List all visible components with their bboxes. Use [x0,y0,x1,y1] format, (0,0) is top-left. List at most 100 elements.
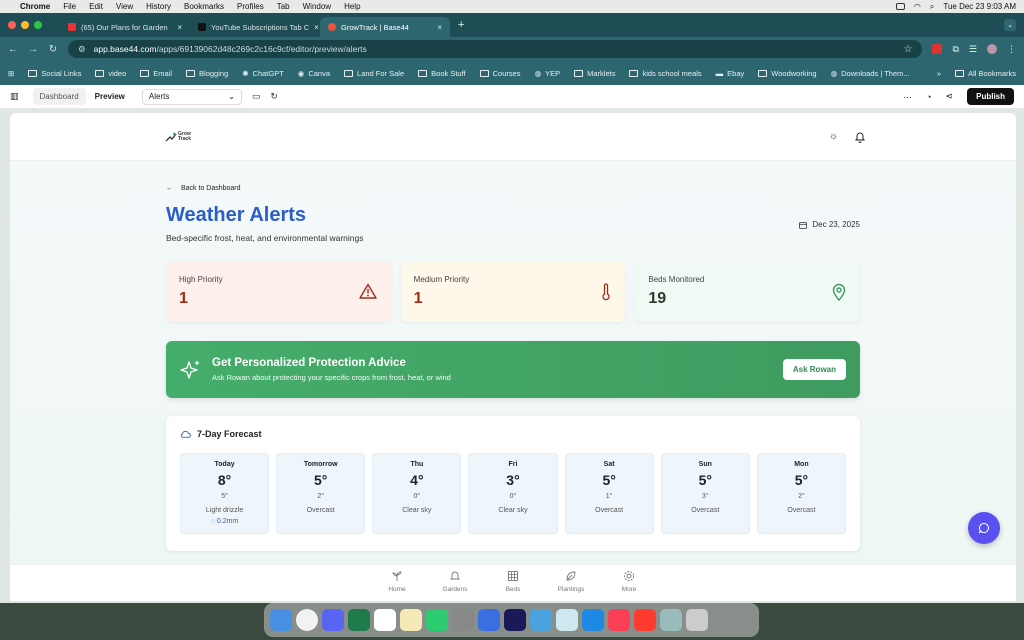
wifi-icon[interactable]: ◠ [914,2,921,11]
puzzle-icon[interactable]: ⧉ [952,44,958,55]
browser-tab-3[interactable]: GrowTrack | Base44 × [320,17,450,37]
notes-icon[interactable] [400,609,422,631]
browser-tab-2[interactable]: YouTube Subscriptions Tab C × [190,17,320,37]
menu-history[interactable]: History [146,2,171,11]
bookmark-item[interactable]: Courses [479,69,521,78]
apps-grid-icon[interactable]: ⊞ [8,69,14,78]
extension-icon[interactable] [932,44,943,54]
more-bookmarks-icon[interactable]: » [937,69,941,78]
menu-view[interactable]: View [116,2,133,11]
bookmark-item[interactable]: Land For Sale [344,69,404,78]
back-to-dashboard-link[interactable]: ← Back to Dashboard [166,185,860,192]
bookmark-item[interactable]: ◉ Canva [298,69,330,78]
tab-search-icon[interactable]: ⌄ [1004,19,1016,31]
news-icon[interactable] [634,609,656,631]
beds-monitored-card[interactable]: Beds Monitored 19 [635,261,861,322]
new-tab-icon[interactable]: + [458,19,464,31]
forecast-day[interactable]: Fri 3° 0° Clear sky [468,453,558,534]
vpn-icon[interactable] [478,609,500,631]
dashboard-tab[interactable]: Dashboard [32,88,86,105]
chrome-icon[interactable] [296,609,318,631]
menu-file[interactable]: File [63,2,76,11]
search-icon[interactable]: ⌕ [930,2,934,12]
bookmark-item[interactable]: ✺ ChatGPT [242,69,284,78]
app-store-icon[interactable] [452,609,474,631]
forecast-day[interactable]: Sat 5° 1° Overcast [564,453,654,534]
music-icon[interactable] [608,609,630,631]
browser-app-icon[interactable] [556,609,578,631]
nav-gardens[interactable]: Gardens [441,570,469,601]
discord-icon[interactable] [322,609,344,631]
clock[interactable]: Tue Dec 23 9:03 AM [943,2,1016,11]
back-icon[interactable]: ← [8,44,18,55]
maximize-window-icon[interactable] [34,21,42,29]
cloud-app-icon[interactable] [582,609,604,631]
preview-tab[interactable]: Preview [88,88,132,105]
menu-help[interactable]: Help [344,2,360,11]
address-bar[interactable]: ⚙ app.base44.com/apps/69139062d48c269c2c… [68,40,923,58]
close-window-icon[interactable] [8,21,16,29]
more-options-icon[interactable]: ··· [903,92,912,102]
media-icon[interactable]: ☰ [969,44,977,55]
nav-more[interactable]: More [615,570,643,601]
menu-window[interactable]: Window [303,2,331,11]
minimize-window-icon[interactable] [21,21,29,29]
forecast-day[interactable]: Tomorrow 5° 2° Overcast [276,453,366,534]
medium-priority-card[interactable]: Medium Priority 1 [400,261,626,322]
device-preview-icon[interactable]: ▭ [252,91,261,102]
bookmark-item[interactable]: ▬ Ebay [716,69,745,78]
bookmark-star-icon[interactable]: ☆ [904,44,913,55]
bookmark-item[interactable]: ◍ Downloads | Them... [831,69,910,78]
close-tab-icon[interactable]: × [314,23,319,32]
trash-icon[interactable] [686,609,708,631]
nav-beds[interactable]: Beds [499,570,527,601]
menu-tab[interactable]: Tab [277,2,290,11]
bookmark-item[interactable]: Social Links [28,69,81,78]
whatsapp-icon[interactable] [426,609,448,631]
bookmark-item[interactable]: Woodworking [758,69,817,78]
bookmark-item[interactable]: Email [140,69,172,78]
forecast-day[interactable]: Thu 4° 0° Clear sky [372,453,462,534]
bookmark-item[interactable]: Marklets [574,69,615,78]
sun-icon[interactable]: ☼ [829,131,838,142]
premiere-icon[interactable] [504,609,526,631]
browser-tab-1[interactable]: (65) Our Plans for Garden × [60,17,190,37]
kebab-menu-icon[interactable]: ⋮ [1007,44,1016,55]
forecast-day[interactable]: Mon 5° 2° Overcast [756,453,846,534]
bookmark-item[interactable]: Blogging [186,69,228,78]
bookmark-item[interactable]: video [95,69,126,78]
numbers-icon[interactable] [348,609,370,631]
ask-rowan-button[interactable]: Ask Rowan [782,359,846,380]
nav-home[interactable]: Home [383,570,411,601]
bell-icon[interactable] [854,131,866,143]
app-logo[interactable]: Grow Track [165,131,194,142]
all-bookmarks[interactable]: All Bookmarks [955,69,1016,78]
menu-profiles[interactable]: Profiles [237,2,264,11]
bookmark-item[interactable]: ◍ YEP [535,69,561,78]
github-icon[interactable]: ◔ [926,92,931,102]
nav-plantings[interactable]: Plantings [557,570,585,601]
forecast-day[interactable]: Sun 5° 3° Overcast [660,453,750,534]
bookmark-item[interactable]: kids school meals [629,69,702,78]
close-tab-icon[interactable]: × [177,23,182,32]
reload-icon[interactable]: ↻ [48,44,58,55]
publish-button[interactable]: Publish [967,88,1014,105]
profile-avatar[interactable] [987,44,997,54]
page-select[interactable]: Alerts ⌄ [141,88,242,105]
high-priority-card[interactable]: High Priority 1 [166,261,391,322]
calendar-app-icon[interactable] [374,609,396,631]
refresh-icon[interactable]: ↻ [270,91,278,102]
menu-chrome[interactable]: Chrome [20,2,50,11]
preview-app-icon[interactable] [530,609,552,631]
forecast-day[interactable]: Today 8° 5° Light drizzle ◌ 0.2mm [180,453,270,534]
bookmark-item[interactable]: Book Stuff [418,69,466,78]
photos-icon[interactable] [660,609,682,631]
forward-icon[interactable]: → [28,44,38,55]
battery-icon[interactable] [895,3,905,10]
site-info-icon[interactable]: ⚙ [78,44,86,55]
menu-edit[interactable]: Edit [89,2,103,11]
finder-icon[interactable] [270,609,292,631]
close-tab-icon[interactable]: × [437,23,442,32]
share-icon[interactable]: ⋖ [946,91,954,102]
menu-bookmarks[interactable]: Bookmarks [184,2,224,11]
